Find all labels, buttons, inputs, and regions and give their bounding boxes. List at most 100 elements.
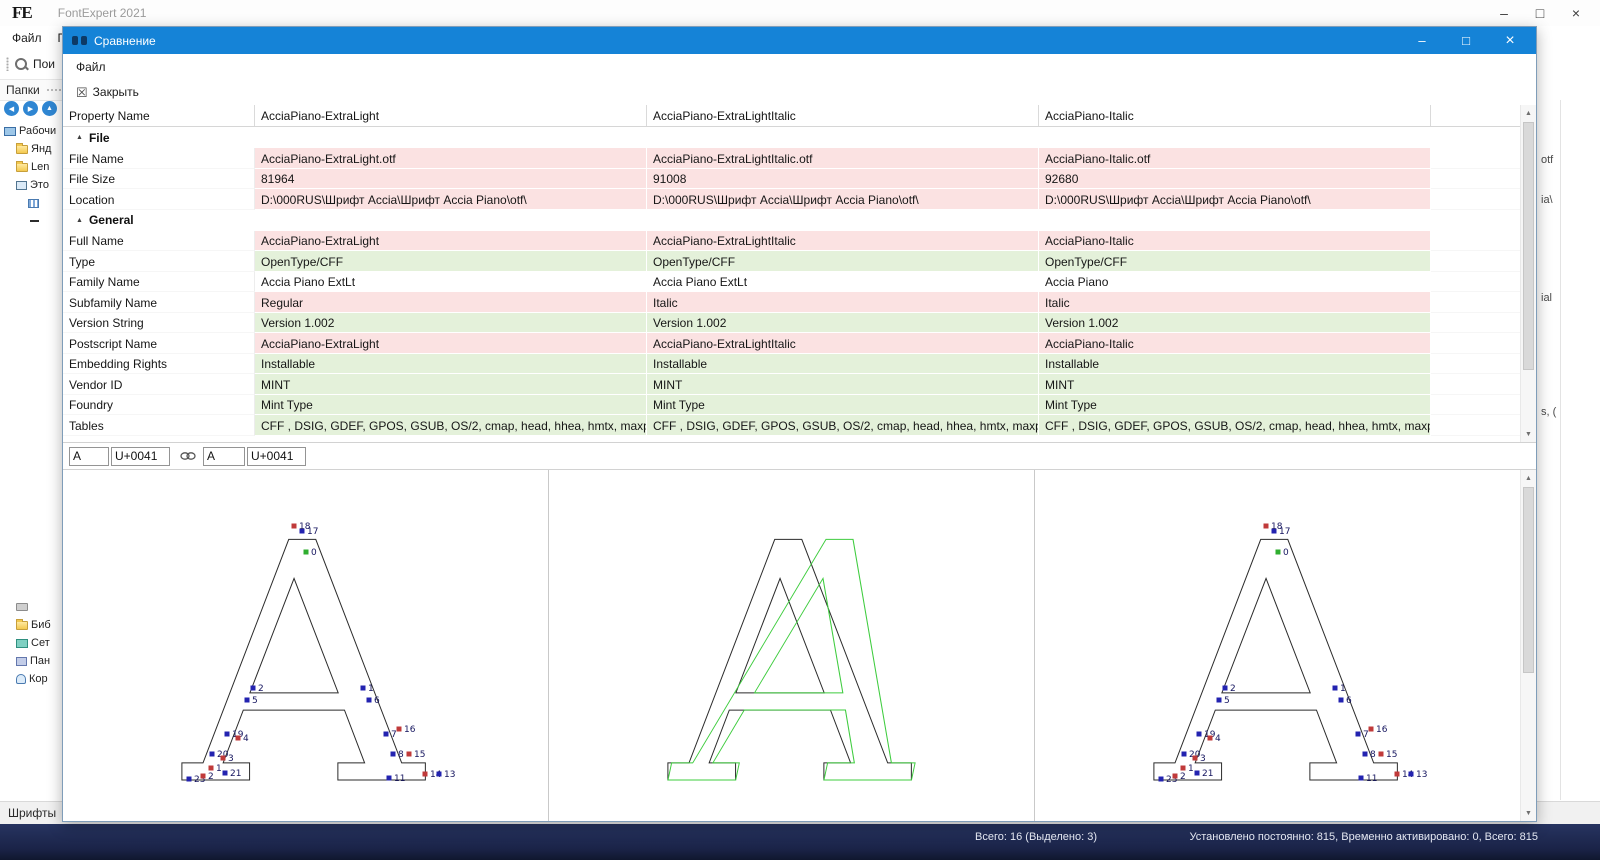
glyph-code-right-input[interactable] (247, 446, 306, 466)
glyph-pane-overlay[interactable]: AA (549, 470, 1035, 821)
row-filler (1431, 189, 1520, 210)
tree-item-label: Len (31, 161, 50, 173)
glyph-scrollbar[interactable]: ▲ ▼ (1520, 470, 1536, 821)
dialog-minimize-button[interactable]: – (1400, 27, 1444, 54)
table-row[interactable]: Vendor ID MINT MINT MINT (63, 374, 1520, 395)
row-filler (1431, 394, 1520, 415)
folder-tree-item[interactable]: Сет (16, 634, 62, 652)
section-header-general[interactable]: ▲ General (63, 209, 1520, 231)
row-filler (1431, 230, 1520, 251)
value-cell: 91008 (647, 168, 1039, 189)
dialog-toolbar: ☒ Закрыть (63, 79, 1536, 105)
table-row[interactable]: File Name AcciaPiano-ExtraLight.otf AcciaP… (63, 148, 1520, 169)
glyph-scroll-thumb[interactable] (1523, 487, 1534, 673)
table-row[interactable]: Foundry Mint Type Mint Type Mint Type (63, 394, 1520, 415)
dialog-close-button[interactable]: × (1488, 27, 1532, 54)
fonts-tab[interactable]: Шрифты (8, 806, 56, 820)
folder-tree-item[interactable] (28, 194, 62, 212)
table-row[interactable]: File Size 81964 91008 92680 (63, 168, 1520, 189)
row-filler (1431, 251, 1520, 272)
folder-tree-item[interactable]: Кор (16, 670, 62, 688)
table-row[interactable]: Type OpenType/CFF OpenType/CFF OpenType/CFF (63, 251, 1520, 272)
value-cell: D:\000RUS\Шрифт Accia\Шрифт Accia Piano\… (255, 189, 647, 210)
column-header-font3[interactable]: AcciaPiano-Italic (1039, 105, 1431, 126)
background-text-fragment: ia\ (1541, 194, 1553, 206)
main-window-title: FontExpert 2021 (57, 6, 147, 20)
value-cell: Installable (1039, 353, 1431, 374)
table-scrollbar[interactable]: ▲ ▼ (1520, 105, 1536, 442)
dialog-menubar: Файл (63, 54, 1536, 79)
column-header-property[interactable]: Property Name (63, 105, 255, 126)
folder-tree-item[interactable]: Len (16, 158, 62, 176)
svg-text:5: 5 (252, 696, 258, 706)
folder-tree-item[interactable] (16, 598, 62, 616)
scroll-up-icon[interactable]: ▲ (1521, 470, 1536, 486)
property-name-cell: Embedding Rights (63, 353, 255, 374)
svg-text:13: 13 (1416, 770, 1427, 780)
value-cell: Accia Piano ExtLt (647, 271, 1039, 292)
tree-item-label: Это (30, 179, 49, 191)
value-cell: AcciaPiano-ExtraLight.otf (255, 148, 647, 169)
table-row[interactable]: Version String Version 1.002 Version 1.002… (63, 312, 1520, 333)
menu-file[interactable]: Файл (12, 31, 42, 45)
glyph-char-right-input[interactable] (203, 446, 245, 466)
svg-text:7: 7 (391, 730, 397, 740)
close-comparison-button[interactable]: ☒ Закрыть (70, 82, 145, 102)
folder-tree-item[interactable] (28, 212, 62, 230)
table-row[interactable]: Postscript Name AcciaPiano-ExtraLight Acci… (63, 333, 1520, 354)
nav-back-button[interactable]: ◀ (4, 101, 19, 116)
scroll-up-icon[interactable]: ▲ (1521, 105, 1536, 121)
svg-text:8: 8 (398, 750, 404, 760)
recycle-icon (16, 674, 26, 684)
comparison-dialog: Сравнение – □ × Файл ☒ Закрыть Property … (62, 26, 1537, 822)
svg-text:0: 0 (1283, 548, 1289, 558)
glyph-code-left-input[interactable] (111, 446, 170, 466)
row-filler (1431, 148, 1520, 169)
svg-text:2: 2 (1180, 772, 1186, 782)
nav-up-button[interactable]: ▲ (42, 101, 57, 116)
table-row[interactable]: Full Name AcciaPiano-ExtraLight AcciaPiano… (63, 230, 1520, 251)
scroll-down-icon[interactable]: ▼ (1521, 426, 1536, 442)
search-label[interactable]: Пои (33, 57, 55, 71)
property-name-cell: Family Name (63, 271, 255, 292)
table-row[interactable]: Subfamily Name Regular Italic Italic (63, 292, 1520, 313)
glyph-pane-extralight[interactable]: A 17 18 0 2 1 5 6 19 4 20 3 1 21 23 2 7 16 8 15 11 14 13 (63, 470, 549, 821)
table-row[interactable]: Embedding Rights Installable Installable In… (63, 353, 1520, 374)
dialog-menu-file[interactable]: Файл (76, 60, 106, 74)
value-cell: Version 1.002 (1039, 312, 1431, 333)
folder-tree-item[interactable]: Янд (16, 140, 62, 158)
background-text-fragment: ial (1541, 292, 1553, 304)
glyph-char-left-input[interactable] (69, 446, 109, 466)
svg-text:1: 1 (368, 684, 374, 694)
value-cell: MINT (647, 374, 1039, 395)
folder-tree-item[interactable]: Рабочи (4, 122, 62, 140)
value-cell: Mint Type (255, 394, 647, 415)
main-toolbar: Пои (0, 52, 68, 76)
column-header-font2[interactable]: AcciaPiano-ExtraLightItalic (647, 105, 1039, 126)
table-row[interactable]: Tables CFF , DSIG, GDEF, GPOS, GSUB, OS/2… (63, 415, 1520, 436)
table-row[interactable]: Location D:\000RUS\Шрифт Accia\Шрифт Acci… (63, 189, 1520, 210)
row-filler (1431, 292, 1520, 313)
folder-icon (16, 618, 28, 630)
value-cell: AcciaPiano-ExtraLightItalic (647, 230, 1039, 251)
restore-button[interactable]: □ (1522, 1, 1558, 25)
nav-forward-button[interactable]: ▶ (23, 101, 38, 116)
folder-tree-item[interactable]: Пан (16, 652, 62, 670)
property-name-cell: Version String (63, 312, 255, 333)
panel-divider (1560, 100, 1561, 800)
folder-tree-item[interactable]: Это (16, 176, 62, 194)
table-row[interactable]: Family Name Accia Piano ExtLt Accia Piano … (63, 271, 1520, 292)
dialog-titlebar[interactable]: Сравнение – □ × (63, 27, 1536, 54)
glyph-pane-italic[interactable]: A 17 18 0 2 1 5 6 19 4 20 3 1 21 23 2 7 16 8 15 11 14 13 (1035, 470, 1520, 822)
tree-item-label: Рабочи (19, 125, 57, 137)
scroll-down-icon[interactable]: ▼ (1521, 805, 1536, 821)
table-scroll-thumb[interactable] (1523, 122, 1534, 370)
folder-tree-item[interactable]: Биб (16, 616, 62, 634)
tree-item-label: Сет (31, 637, 50, 649)
close-button[interactable]: × (1558, 1, 1594, 25)
link-codes-button[interactable] (176, 446, 200, 466)
dialog-restore-button[interactable]: □ (1444, 27, 1488, 54)
column-header-font1[interactable]: AcciaPiano-ExtraLight (255, 105, 647, 126)
minimize-button[interactable]: – (1486, 1, 1522, 25)
section-header-file[interactable]: ▲ File (63, 127, 1520, 148)
